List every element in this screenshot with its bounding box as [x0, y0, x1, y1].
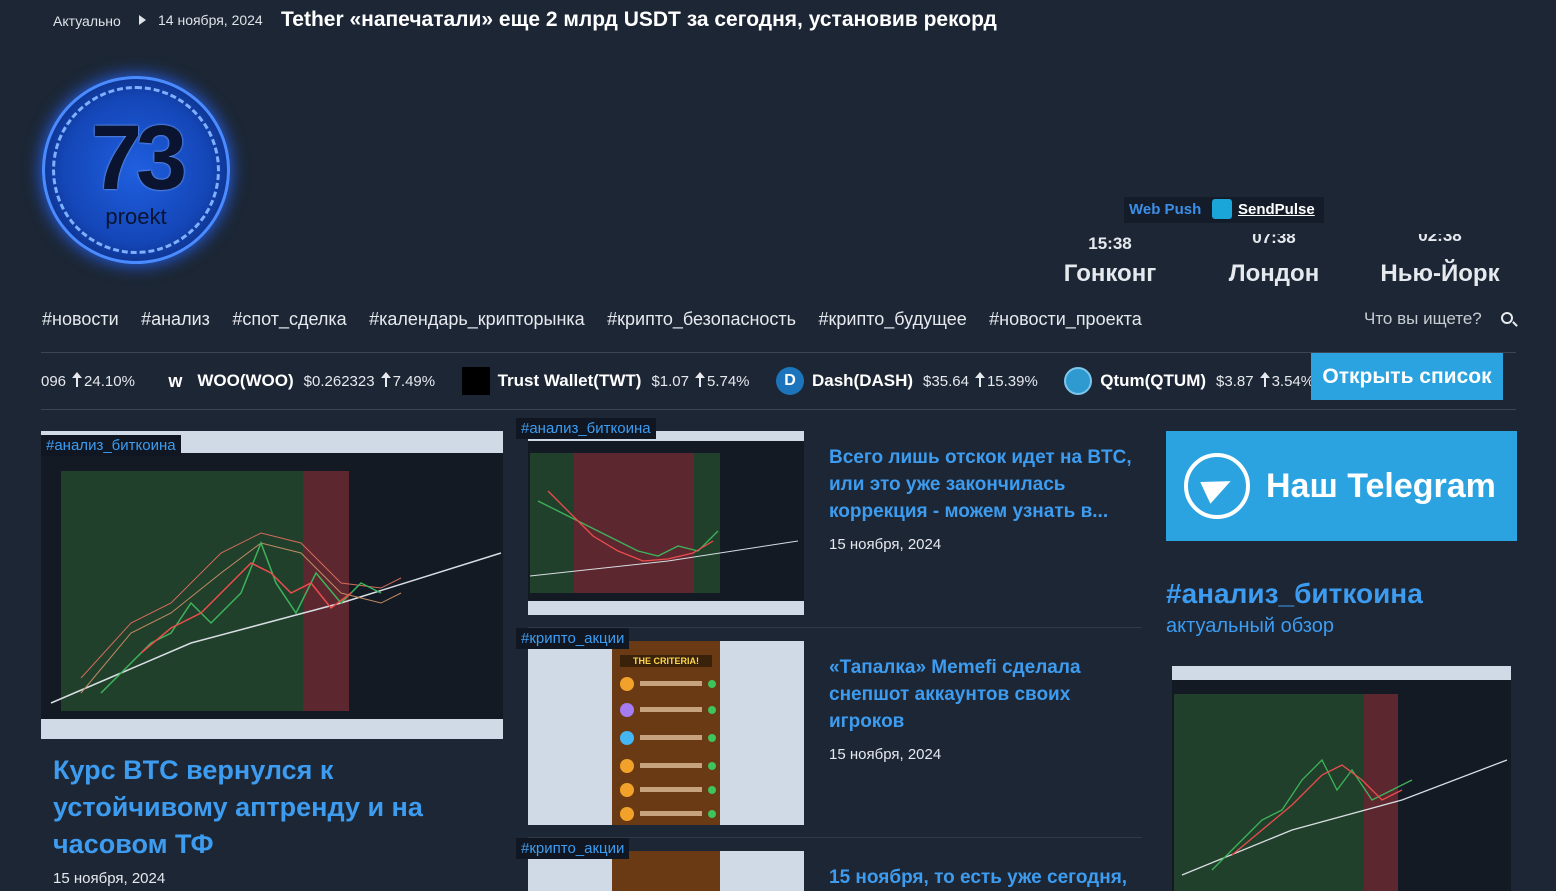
web-push-label: Web Push [1129, 201, 1202, 218]
clock-city: Гонконг [1063, 260, 1157, 287]
arrow-up-icon [1259, 372, 1270, 387]
open-list-button[interactable]: Открыть список [1311, 353, 1503, 400]
clock-city: Лондон [1228, 260, 1320, 287]
ticker-item-woo[interactable]: w WOO(WOO) $0.262323 7.49% [161, 367, 435, 395]
clock-time: 02:38 [1418, 234, 1462, 244]
sidebar-heading[interactable]: #анализ_биткоина [1166, 578, 1423, 610]
article-image[interactable] [528, 431, 804, 615]
logo-subtitle: proekt [105, 204, 167, 229]
article-date: 15 ноября, 2024 [829, 746, 942, 763]
clock-newyork: 02:38 Нью-Йорк [1370, 234, 1510, 288]
nav-tag-future[interactable]: #крипто_будущее [819, 309, 967, 329]
crypto-ticker: 096 24.10% w WOO(WOO) $0.262323 7.49% Tr… [41, 352, 1516, 410]
ticker-item-dash[interactable]: D Dash(DASH) $35.64 15.39% [775, 367, 1038, 395]
ticker-name: WOO(WOO) [197, 371, 294, 390]
ticker-item-twt[interactable]: Trust Wallet(TWT) $1.07 5.74% [461, 367, 750, 395]
chart-screenshot [528, 441, 804, 601]
memefi-row [620, 807, 716, 821]
search-box[interactable]: Что вы ищете? [1364, 309, 1514, 333]
sendpulse-icon [1212, 199, 1232, 219]
article-title[interactable]: 15 ноября, то есть уже сегодня, [829, 864, 1144, 891]
telegram-icon [1184, 453, 1250, 519]
main-article-image[interactable]: #анализ_биткоина [41, 431, 503, 739]
telegram-label: Наш Telegram [1266, 467, 1496, 505]
clock-london: 07:38 Лондон [1204, 234, 1344, 288]
article-tag[interactable]: #анализ_биткоина [516, 418, 656, 439]
chart-lines [50, 532, 502, 704]
web-push-widget[interactable]: Web Push SendPulse [1124, 197, 1324, 223]
chart-screenshot [41, 453, 503, 719]
ticker-change: 7.49% [392, 372, 436, 390]
main-article-tag[interactable]: #анализ_биткоина [41, 435, 181, 456]
ticker-name: Trust Wallet(TWT) [497, 371, 642, 390]
ticker-change: 15.39% [986, 372, 1038, 390]
qtum-icon [1064, 367, 1093, 395]
clock-city: Нью-Йорк [1380, 260, 1500, 287]
article-image[interactable]: THE CRITERIA! [528, 641, 804, 825]
chart-lines [1181, 758, 1508, 876]
play-arrow-icon [139, 15, 146, 25]
chart-screenshot [1172, 680, 1511, 891]
ticker-row: 096 24.10% w WOO(WOO) $0.262323 7.49% Tr… [41, 367, 1336, 397]
ticker-change: 3.54% [1271, 372, 1315, 390]
nav-tag-calendar[interactable]: #календарь_крипторынка [369, 309, 585, 329]
clock-time: 07:38 [1252, 234, 1296, 246]
ticker-price: $0.262323 [303, 372, 375, 390]
clock-time: 15:38 [1088, 234, 1132, 253]
ticker-price: $1.07 [651, 372, 689, 390]
main-article-date: 15 ноября, 2024 [53, 870, 166, 887]
memefi-row [620, 677, 716, 691]
paper-plane-icon [1200, 470, 1236, 504]
nav-tag-project-news[interactable]: #новости_проекта [989, 309, 1142, 329]
ticker-price: $35.64 [923, 372, 969, 390]
ticker-change: 24.10% [84, 372, 135, 390]
memefi-row [620, 731, 716, 745]
search-placeholder[interactable]: Что вы ищете? [1364, 309, 1482, 328]
arrow-up-icon [694, 372, 705, 387]
ticker-item-qtum[interactable]: Qtum(QTUM) $3.87 3.54% [1064, 367, 1314, 395]
memefi-row [620, 759, 716, 773]
memefi-row [620, 783, 716, 797]
topbar-headline-link[interactable]: Tether «напечатали» еще 2 млрд USDT за с… [281, 8, 1036, 34]
sendpulse-link[interactable]: SendPulse [1238, 201, 1315, 218]
site-logo[interactable]: 73 proekt [42, 76, 230, 264]
clock-hongkong: 15:38 Гонконг [1040, 234, 1180, 288]
article-title[interactable]: «Тапалка» Memefi сделала снепшот аккаунт… [829, 654, 1129, 735]
top-news-bar: Актуально 14 ноября, 2024 Tether «напеча… [0, 0, 1556, 42]
ticker-price: 096 [41, 372, 67, 390]
twt-icon [461, 367, 490, 395]
article-title[interactable]: Всего лишь отскок идет на BTC, или это у… [829, 444, 1144, 525]
dash-icon: D [775, 367, 804, 395]
nav-tag-news[interactable]: #новости [42, 309, 119, 329]
arrow-up-icon [974, 372, 985, 387]
telegram-banner[interactable]: Наш Telegram [1166, 431, 1517, 541]
sidebar-subheading: актуальный обзор [1166, 615, 1334, 637]
ticker-name: Dash(DASH) [811, 371, 914, 390]
tag-navigation: #новости #анализ #спот_сделка #календарь… [42, 309, 1160, 333]
ticker-name: Qtum(QTUM) [1100, 371, 1207, 390]
nav-tag-spot-deal[interactable]: #спот_сделка [232, 309, 346, 329]
memefi-header: THE CRITERIA! [620, 655, 712, 667]
arrow-up-icon [380, 372, 391, 387]
article-date: 15 ноября, 2024 [829, 536, 942, 553]
ticker-price: $3.87 [1216, 372, 1254, 390]
topbar-date: 14 ноября, 2024 [158, 12, 263, 28]
woo-icon: w [168, 371, 183, 391]
logo-number: 73 [90, 107, 187, 209]
nav-tag-analysis[interactable]: #анализ [141, 309, 210, 329]
chart-lines [529, 490, 799, 577]
sidebar-chart-image[interactable] [1172, 666, 1511, 891]
search-icon[interactable] [1501, 312, 1513, 324]
main-article-title[interactable]: Курс BTC вернулся к устойчивому аптренду… [53, 752, 483, 863]
ticker-item[interactable]: 096 24.10% [41, 372, 135, 390]
nav-tag-security[interactable]: #крипто_безопасность [607, 309, 796, 329]
topbar-label: Актуально [53, 13, 121, 29]
article-tag[interactable]: #крипто_акции [516, 838, 630, 859]
memefi-row [620, 703, 716, 717]
memefi-card: THE CRITERIA! [612, 641, 720, 825]
ticker-change: 5.74% [706, 372, 750, 390]
arrow-up-icon [72, 372, 83, 387]
article-tag[interactable]: #крипто_акции [516, 628, 630, 649]
